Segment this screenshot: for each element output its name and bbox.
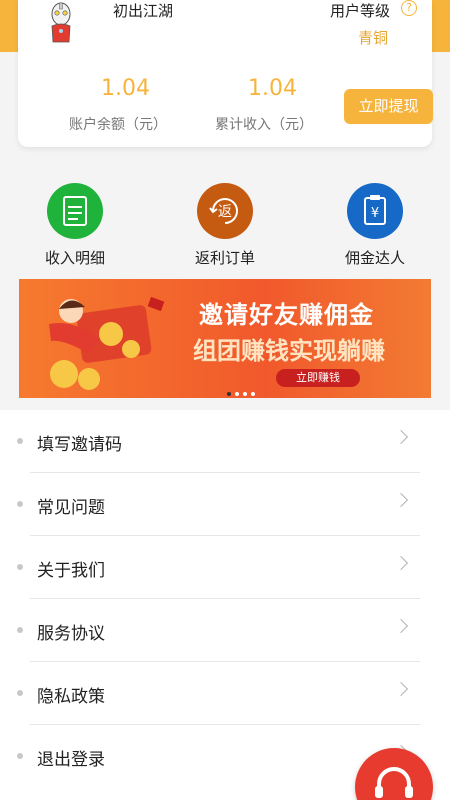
- carousel-dot: [251, 392, 255, 396]
- profile-card: 初出江湖 用户等级 ? 青铜 1.04 账户余额（元） 1.04 累计收入（元）…: [18, 0, 433, 147]
- carousel-indicator: [227, 381, 259, 398]
- shortcut-label: 返利订单: [194, 249, 255, 267]
- svg-text:返: 返: [218, 204, 232, 220]
- customer-service-button[interactable]: [355, 748, 433, 800]
- bullet-icon: [17, 627, 23, 633]
- total-income-value: 1.04: [248, 76, 297, 101]
- banner-earn-button[interactable]: 立即赚钱: [276, 369, 360, 387]
- bullet-icon: [17, 564, 23, 570]
- nickname: 初出江湖: [113, 2, 174, 20]
- banner-title: 邀请好友赚佣金: [199, 301, 374, 329]
- shortcut-income-details[interactable]: 收入明细: [30, 183, 120, 268]
- carousel-dot: [227, 392, 231, 396]
- clipboard-yen-icon: ¥: [347, 183, 403, 239]
- chevron-right-icon: [393, 681, 409, 697]
- menu-item-label: 隐私政策: [37, 687, 105, 707]
- menu-item-service-agreement[interactable]: 服务协议: [0, 599, 450, 662]
- chevron-right-icon: [393, 429, 409, 445]
- banner-illustration: [49, 296, 165, 390]
- shortcut-commission-expert[interactable]: ¥ 佣金达人: [330, 183, 420, 268]
- menu-item-invite-code[interactable]: 填写邀请码: [0, 410, 450, 473]
- balance-value: 1.04: [101, 76, 150, 101]
- user-level-label: 用户等级: [330, 2, 391, 20]
- chevron-right-icon: [393, 492, 409, 508]
- menu-item-label: 退出登录: [37, 750, 105, 770]
- svg-text:¥: ¥: [371, 206, 379, 221]
- menu-item-privacy-policy[interactable]: 隐私政策: [0, 662, 450, 725]
- carousel-dot: [235, 392, 239, 396]
- bullet-icon: [17, 753, 23, 759]
- menu-item-faq[interactable]: 常见问题: [0, 473, 450, 536]
- total-income-label: 累计收入（元）: [215, 117, 313, 133]
- menu-item-label: 服务协议: [37, 624, 105, 644]
- avatar[interactable]: [46, 2, 76, 44]
- promo-banner[interactable]: 邀请好友赚佣金 组团赚钱实现躺赚 立即赚钱: [19, 279, 431, 398]
- headset-icon: [375, 767, 413, 798]
- menu-item-label: 常见问题: [37, 498, 105, 518]
- shortcut-rebate-orders[interactable]: 返 返利订单: [180, 183, 270, 268]
- shortcut-label: 佣金达人: [344, 249, 405, 267]
- help-icon[interactable]: ?: [401, 0, 417, 16]
- shortcut-label: 收入明细: [44, 249, 105, 267]
- menu-item-about-us[interactable]: 关于我们: [0, 536, 450, 599]
- bullet-icon: [17, 690, 23, 696]
- chevron-right-icon: [393, 555, 409, 571]
- withdraw-button[interactable]: 立即提现: [344, 89, 433, 124]
- rebate-icon: 返: [197, 183, 253, 239]
- user-level-value: 青铜: [358, 29, 389, 47]
- balance-label: 账户余额（元）: [69, 117, 167, 133]
- document-icon: [47, 183, 103, 239]
- menu-item-label: 填写邀请码: [37, 435, 122, 455]
- chevron-right-icon: [393, 618, 409, 634]
- settings-menu: 填写邀请码 常见问题 关于我们 服务协议 隐私政策 退出登录: [0, 410, 450, 800]
- carousel-dot: [243, 392, 247, 396]
- banner-subtitle: 组团赚钱实现躺赚: [193, 337, 385, 365]
- bullet-icon: [17, 501, 23, 507]
- bullet-icon: [17, 438, 23, 444]
- menu-item-label: 关于我们: [37, 561, 105, 581]
